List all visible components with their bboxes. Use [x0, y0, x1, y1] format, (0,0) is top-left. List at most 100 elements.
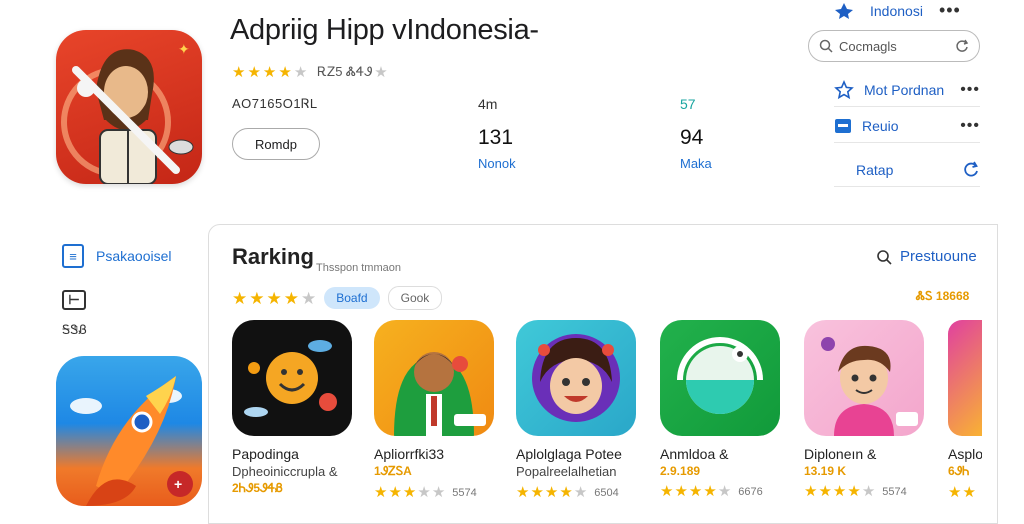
- app-category: Popalreelalhetian: [516, 464, 617, 479]
- ranking-app-card[interactable]: Papodinga Dpheoiniccrupla & 2ᏂᏭ5ᏭᏎᏰ: [232, 320, 356, 496]
- app-rating: ★ ★ ★ ★ ★ 5574: [804, 484, 928, 499]
- app-icon[interactable]: ✦: [56, 30, 202, 184]
- app-title: Adpriig Hipp vIndonesia-: [230, 14, 539, 46]
- panel-item-favorites[interactable]: Mot Pordnan •••: [834, 74, 980, 107]
- search-field[interactable]: Cocmagls: [808, 30, 980, 62]
- document-icon: ≡: [62, 244, 84, 268]
- app-icon[interactable]: [232, 320, 352, 436]
- ranking-title: Rarking: [232, 244, 314, 269]
- filter-chip-book[interactable]: Gook: [387, 286, 443, 310]
- ranking-filter-row: ★ ★ ★ ★ ★ Boafd Gook: [232, 286, 443, 310]
- app-icon[interactable]: [374, 320, 494, 436]
- region-selector[interactable]: Indonosi •••: [834, 0, 961, 21]
- sidebar-small-text: ᎦᏕᏰ: [62, 322, 87, 337]
- rating-count: 6676: [738, 485, 763, 498]
- stat-label: 57: [680, 96, 696, 112]
- globe-ring-icon: [677, 337, 763, 414]
- more-icon[interactable]: •••: [960, 81, 980, 99]
- girl-face-icon: [532, 334, 620, 422]
- ranking-app-card[interactable]: Anmldoa & 2.9.189 ★ ★ ★ ★ ★ 6676: [660, 320, 784, 499]
- panel-item-label: Ratap: [856, 162, 894, 178]
- app-rating: ★ ★ ★ ★ ★ ᎡᏃ5 ᏜᏎᏭ ★: [232, 64, 388, 80]
- star-icon: ★: [530, 484, 544, 501]
- app-icon[interactable]: [948, 320, 982, 436]
- app-name: Apliorrfki33: [374, 446, 445, 462]
- refresh-icon: [964, 161, 978, 177]
- action-button[interactable]: Romdp: [232, 128, 320, 160]
- app-name: Papodinga: [232, 446, 299, 462]
- star-icon: ★: [674, 483, 688, 500]
- star-icon: ★: [948, 484, 962, 500]
- region-label: Indonosi: [870, 2, 923, 19]
- rocket-icon: +: [70, 376, 193, 506]
- filter-chip-board[interactable]: Boafd: [324, 287, 380, 309]
- star-icon: ★: [688, 483, 703, 500]
- stat-label: 4m: [478, 96, 498, 112]
- star-icon: ★: [301, 288, 317, 308]
- search-input[interactable]: Cocmagls: [839, 39, 955, 54]
- app-price: 1ᏭᏃᏚA: [374, 464, 412, 478]
- stat-sub[interactable]: Nonok: [478, 156, 516, 171]
- app-name: Asplo: [948, 446, 982, 462]
- star-icon: ★: [388, 484, 402, 501]
- refresh-icon[interactable]: [955, 39, 969, 53]
- star-icon: ★: [417, 484, 431, 501]
- star-icon: ★: [374, 63, 388, 81]
- app-price: 2.9.189: [660, 464, 701, 478]
- sidebar-item-label: Psakaooisel: [96, 248, 172, 264]
- star-icon: ★: [278, 63, 292, 81]
- more-icon[interactable]: •••: [960, 117, 980, 135]
- svg-text:✦: ✦: [178, 41, 190, 57]
- app-icon[interactable]: [660, 320, 780, 436]
- app-name: Diploneın &: [804, 446, 877, 462]
- square-icon: [835, 119, 851, 133]
- app-icon[interactable]: [804, 320, 924, 436]
- terminal-icon: ⊢: [62, 290, 86, 310]
- panel-item-ratap[interactable]: Ratap: [834, 154, 980, 187]
- smiley-sun-icon: [244, 340, 337, 417]
- star-outline-icon: [834, 80, 854, 100]
- star-icon: ★: [266, 288, 282, 308]
- star-icon: ★: [703, 483, 717, 500]
- app-price: 6ᏭᏂ: [948, 464, 970, 478]
- star-icon: ★: [544, 484, 559, 501]
- rating-count: 5574: [882, 485, 907, 498]
- star-icon: ★: [232, 288, 248, 308]
- rating-count: 6504: [594, 486, 619, 499]
- ranking-app-card[interactable]: Apliorrfki33 1ᏭᏃᏚA ★ ★ ★ ★ ★ 5574: [374, 320, 498, 500]
- app-rating: ★ ★ ★ ★ ★ 6676: [660, 484, 784, 499]
- star-icon: ★: [847, 483, 861, 500]
- star-icon: ★: [660, 483, 674, 500]
- ranking-link[interactable]: Prestuoune: [876, 248, 977, 265]
- promo-rocket-icon[interactable]: +: [56, 356, 202, 506]
- star-icon: ★: [374, 484, 388, 501]
- stat-downloads: 4m 131 Nonok: [478, 96, 516, 171]
- app-rating: ★ ★ ★ ★ ★ 6504: [516, 485, 640, 500]
- ranking-app-card[interactable]: Asplo 6ᏭᏂ ★ ★: [948, 320, 982, 500]
- star-icon: ★: [431, 484, 446, 501]
- stat-value: 94: [680, 126, 704, 149]
- star-icon: ★: [232, 63, 246, 81]
- ranking-link-label: Prestuoune: [900, 248, 977, 265]
- more-icon[interactable]: •••: [939, 0, 961, 21]
- stat-sub[interactable]: Maka: [680, 156, 712, 171]
- sidebar-item-terminal[interactable]: ⊢: [62, 290, 86, 310]
- star-icon: ★: [262, 63, 277, 81]
- rating-text: ᎡᏃ5 ᏜᏎᏭ: [317, 64, 373, 79]
- search-icon: [819, 39, 833, 53]
- app-id: AO7165O1ᏒL: [232, 96, 318, 111]
- app-name: Anmldoa &: [660, 446, 729, 462]
- panel-item-review[interactable]: Reuio •••: [834, 110, 980, 143]
- sidebar-item-documents[interactable]: ≡ Psakaooisel: [62, 244, 172, 268]
- boy-face-icon: [821, 337, 918, 436]
- svg-text:+: +: [174, 476, 182, 492]
- star-icon: ★: [861, 483, 876, 500]
- ranking-subtitle: Thsspon tmmaon: [316, 262, 401, 274]
- app-icon[interactable]: [516, 320, 636, 436]
- ranking-app-card[interactable]: Aplolglaga Potee Popalreelalhetian ★ ★ ★ ★ ★…: [516, 320, 640, 500]
- star-icon: ★: [247, 63, 261, 81]
- app-category: Dpheoiniccrupla &: [232, 464, 338, 479]
- star-icon: ★: [717, 483, 732, 500]
- ranking-app-card[interactable]: Diploneın & 13.19 K ★ ★ ★ ★ ★ 5574: [804, 320, 928, 499]
- star-icon: ★: [283, 288, 299, 308]
